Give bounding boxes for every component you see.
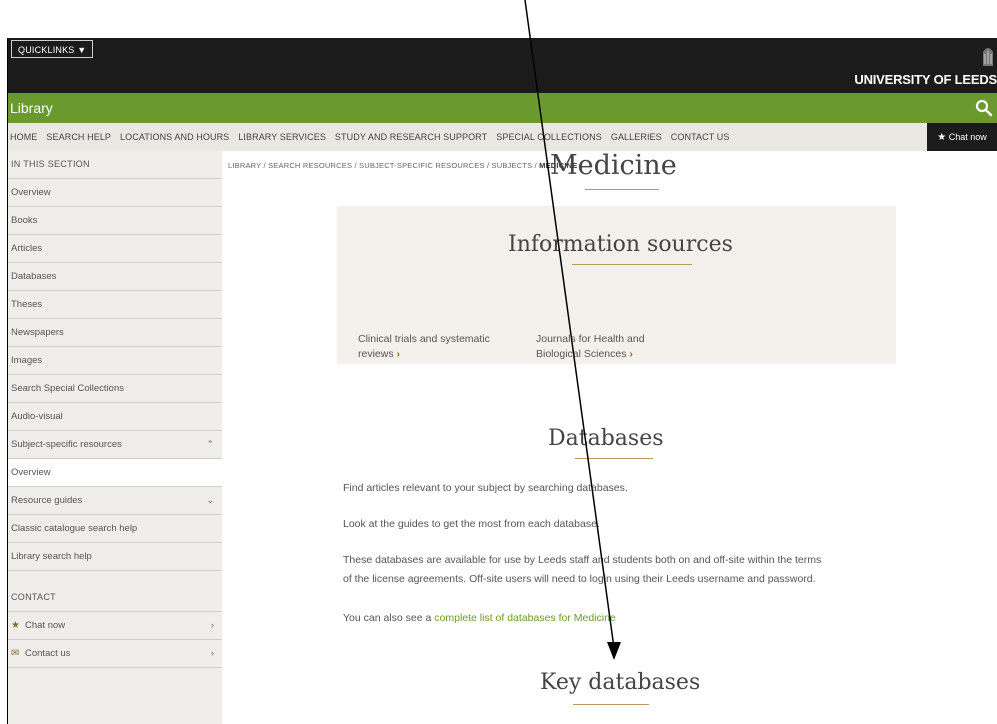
viewport-left-border xyxy=(7,38,8,724)
sidebar-item-classic-catalogue-search-help[interactable]: Classic catalogue search help xyxy=(8,515,222,543)
chevron-right-icon: › xyxy=(211,620,214,630)
sidebar-item-databases[interactable]: Databases xyxy=(8,263,222,291)
link-text-line2: reviews xyxy=(358,348,394,360)
sidebar-item-label: Chat now xyxy=(25,620,66,631)
key-databases-underline xyxy=(573,704,649,705)
nav-galleries[interactable]: GALLERIES xyxy=(611,123,662,151)
sidebar-item-newspapers[interactable]: Newspapers xyxy=(8,319,222,347)
nav-locations-and-hours[interactable]: LOCATIONS AND HOURS xyxy=(120,123,229,151)
sidebar: IN THIS SECTION Overview Books Articles … xyxy=(8,151,222,724)
library-bar: Library xyxy=(8,93,997,123)
breadcrumb: LIBRARY / SEARCH RESOURCES / SUBJECT-SPE… xyxy=(228,161,577,170)
paragraph-text: You can also see a xyxy=(343,612,435,624)
link-text-line1: Journals for Health and xyxy=(536,333,645,345)
databases-paragraph-2: Look at the guides to get the most from … xyxy=(343,518,600,530)
sidebar-item-label: Resource guides xyxy=(11,495,83,506)
sidebar-item-library-search-help[interactable]: Library search help xyxy=(8,543,222,571)
breadcrumb-library[interactable]: LIBRARY xyxy=(228,161,261,170)
chevron-right-icon: › xyxy=(396,348,401,360)
contact-heading: CONTACT xyxy=(8,583,222,612)
link-text-line2: Biological Sciences xyxy=(536,348,627,360)
databases-heading: Databases xyxy=(548,426,664,451)
sidebar-contact-contact-us[interactable]: ✉ Contact us › xyxy=(8,640,222,668)
nav-library-services[interactable]: LIBRARY SERVICES xyxy=(238,123,326,151)
clinical-trials-link[interactable]: Clinical trials and systematic reviews › xyxy=(358,332,490,362)
chevron-up-icon[interactable]: ⌃ xyxy=(206,431,214,458)
sidebar-item-audio-visual[interactable]: Audio-visual xyxy=(8,403,222,431)
page-title: Medicine xyxy=(550,150,677,181)
star-icon: ★ xyxy=(937,132,947,143)
sidebar-contact-chat-now[interactable]: ★ Chat now › xyxy=(8,612,222,640)
chevron-right-icon: › xyxy=(629,348,633,360)
databases-paragraph-1: Find articles relevant to your subject b… xyxy=(343,482,628,494)
breadcrumb-subject-specific-resources[interactable]: SUBJECT-SPECIFIC RESOURCES xyxy=(359,161,485,170)
university-logo-text[interactable]: UNIVERSITY OF LEEDS xyxy=(854,72,997,87)
nav-contact-us[interactable]: CONTACT US xyxy=(671,123,730,151)
sidebar-item-subject-specific-resources[interactable]: Subject-specific resources ⌃ xyxy=(8,431,222,459)
chevron-right-icon: › xyxy=(211,648,214,658)
sidebar-item-resource-guides[interactable]: Resource guides ⌄ xyxy=(8,487,222,515)
nav-home[interactable]: HOME xyxy=(10,123,37,151)
complete-list-databases-link[interactable]: complete list of databases for Medicine xyxy=(434,612,616,624)
title-underline xyxy=(585,189,659,190)
top-bar: QUICKLINKS ▼ UNIVERSITY OF LEEDS xyxy=(8,38,997,93)
star-icon: ★ xyxy=(11,620,20,631)
chevron-down-icon[interactable]: ⌄ xyxy=(206,487,214,514)
sidebar-heading: IN THIS SECTION xyxy=(8,151,222,179)
information-sources-heading: Information sources xyxy=(508,232,733,257)
databases-paragraph-3: These databases are available for use by… xyxy=(343,551,821,589)
paragraph-line: of the license agreements. Off-site user… xyxy=(343,573,816,585)
sidebar-item-overview[interactable]: Overview xyxy=(8,179,222,207)
databases-underline xyxy=(575,458,653,459)
search-icon[interactable] xyxy=(975,99,993,117)
key-databases-heading: Key databases xyxy=(540,670,701,695)
browser-page: QUICKLINKS ▼ UNIVERSITY OF LEEDS Library… xyxy=(8,38,997,724)
chat-now-button[interactable]: ★ Chat now xyxy=(927,123,997,151)
sidebar-item-images[interactable]: Images xyxy=(8,347,222,375)
breadcrumb-search-resources[interactable]: SEARCH RESOURCES xyxy=(268,161,352,170)
nav-special-collections[interactable]: SPECIAL COLLECTIONS xyxy=(496,123,602,151)
journals-health-link[interactable]: Journals for Health and Biological Scien… xyxy=(536,332,645,362)
databases-paragraph-4: You can also see a complete list of data… xyxy=(343,609,616,628)
chat-now-label: Chat now xyxy=(948,132,987,142)
sidebar-item-search-special-collections[interactable]: Search Special Collections xyxy=(8,375,222,403)
paragraph-line: These databases are available for use by… xyxy=(343,554,822,566)
info-underline xyxy=(572,264,692,265)
sidebar-item-books[interactable]: Books xyxy=(8,207,222,235)
link-text-line1: Clinical trials and systematic xyxy=(358,333,490,345)
envelope-icon: ✉ xyxy=(11,648,20,659)
sidebar-item-theses[interactable]: Theses xyxy=(8,291,222,319)
sidebar-item-overview-subsection[interactable]: Overview xyxy=(8,459,222,487)
breadcrumb-subjects[interactable]: SUBJECTS xyxy=(492,161,533,170)
sidebar-item-articles[interactable]: Articles xyxy=(8,235,222,263)
university-crest-icon xyxy=(983,48,993,66)
nav-search-help[interactable]: SEARCH HELP xyxy=(46,123,111,151)
library-title[interactable]: Library xyxy=(10,100,53,116)
breadcrumb-separator: / xyxy=(484,161,492,170)
main-nav: HOME SEARCH HELP LOCATIONS AND HOURS LIBRAR… xyxy=(8,123,997,151)
breadcrumb-separator: / xyxy=(352,161,360,170)
sidebar-item-label: Subject-specific resources xyxy=(11,439,122,450)
quicklinks-button[interactable]: QUICKLINKS ▼ xyxy=(11,40,94,58)
sidebar-item-label: Contact us xyxy=(25,648,71,659)
nav-study-and-research-support[interactable]: STUDY AND RESEARCH SUPPORT xyxy=(335,123,487,151)
